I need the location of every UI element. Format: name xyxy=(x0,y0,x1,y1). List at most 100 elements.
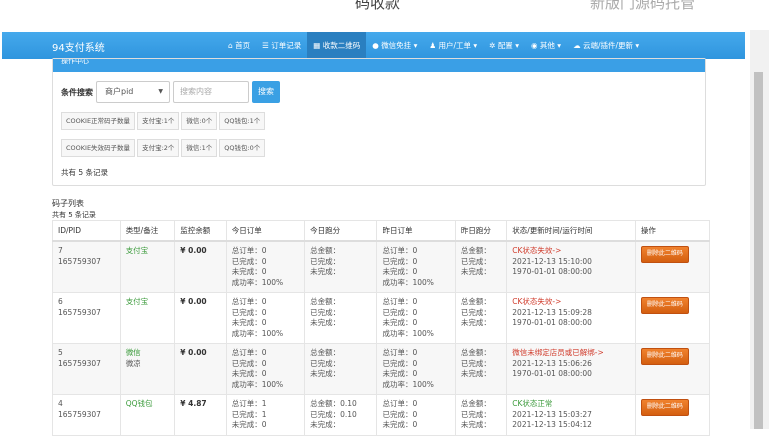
invalid-count-tag[interactable]: QQ钱包:0个 xyxy=(219,139,266,157)
nav-item-label: 微信免挂 ▾ xyxy=(381,41,418,50)
nav-item-label: 配置 ▾ xyxy=(497,41,519,50)
column-header: 今日订单 xyxy=(225,220,306,242)
wechat-icon: ● xyxy=(372,41,382,50)
list-count: 共有 5 条记录 xyxy=(52,211,96,219)
stat-line: 未完成：0 xyxy=(382,318,418,327)
stat-line: 总金额： xyxy=(310,246,341,255)
table-row: 7 165759307 支付宝 ¥ 0.00 总订单：0 已完成：0 未完成：0 成功率… xyxy=(52,240,711,293)
stat-line: 总金额： xyxy=(310,348,341,357)
delete-qrcode-button[interactable]: 删除此二维码 xyxy=(640,297,689,314)
nav-item-6[interactable]: ◉ 其他 ▾ xyxy=(525,32,567,59)
row-status: CK状态正常 xyxy=(512,399,553,408)
column-header: 昨日订单 xyxy=(376,220,456,242)
row-updated: 2021-12-13 15:03:27 xyxy=(512,409,592,419)
search-button[interactable]: 搜索 xyxy=(252,81,280,103)
invalid-count-tag[interactable]: 微信:1个 xyxy=(181,139,218,157)
row-balance: ¥ 4.87 xyxy=(180,399,207,408)
stat-line: 总金额：0.10 xyxy=(310,399,357,408)
table-row: 5 165759307 微信 微凉 ¥ 0.00 总订单：0 已完成：0 未完成：0 成功… xyxy=(52,343,711,395)
stat-line: 已完成： xyxy=(460,307,491,317)
qrcode-icon: ▦ xyxy=(313,41,323,50)
stat-line: 已完成：0 xyxy=(382,409,418,419)
nav-item-4[interactable]: ♟ 用户/工单 ▾ xyxy=(423,32,483,59)
stat-line: 总订单：0 xyxy=(231,297,267,306)
nav-item-7[interactable]: ☁ 云端/插件/更新 ▾ xyxy=(567,32,645,59)
row-id: 6 xyxy=(58,297,63,306)
row-balance: ¥ 0.00 xyxy=(180,246,207,255)
operation-panel: 操作中心 条件搜索 商户pid ▼ 搜索内容 搜索 COOKIE正常码子数量 支付宝… xyxy=(52,58,706,186)
brand[interactable]: 94支付系统 xyxy=(52,39,105,54)
normal-count-tag[interactable]: COOKIE正常码子数量 xyxy=(61,112,136,130)
qrcode-table: ID/PID 类型/备注 监控余额 今日订单 今日跑分 昨日订单 昨日跑分 状态/更新时间/运… xyxy=(52,220,711,436)
stat-line: 总订单：0 xyxy=(382,348,418,357)
stat-line: 总订单：0 xyxy=(382,246,418,255)
nav-item-0[interactable]: ⌂ 首页 xyxy=(222,32,256,59)
stat-line: 已完成：0 xyxy=(231,358,267,368)
row-updated: 2021-12-13 15:06:26 xyxy=(512,358,592,368)
stat-line: 已完成：1 xyxy=(231,409,267,419)
delete-qrcode-button[interactable]: 删除此二维码 xyxy=(640,348,689,365)
nav-item-label: 云端/插件/更新 ▾ xyxy=(582,41,640,50)
stat-line: 成功率：100% xyxy=(382,379,434,389)
stat-line: 总金额： xyxy=(460,348,491,357)
row-runtime: 1970-01-01 08:00:00 xyxy=(512,267,592,276)
stat-line: 未完成： xyxy=(460,318,491,327)
nav-item-1[interactable]: ☰ 订单记录 xyxy=(256,32,307,59)
cloud-icon: ☁ xyxy=(573,41,583,50)
row-status[interactable]: CK状态失效-> xyxy=(512,297,630,308)
row-type: QQ钱包 xyxy=(125,399,153,408)
list-icon: ☰ xyxy=(262,41,272,50)
stat-line: 未完成： xyxy=(310,267,341,276)
stat-line: 成功率：100% xyxy=(231,277,284,287)
invalid-count-tag[interactable]: COOKIE失效码子数量 xyxy=(61,139,136,157)
stat-line: 总订单：0 xyxy=(231,246,267,255)
page-heading: 码收款 xyxy=(355,0,401,12)
row-note: 微凉 xyxy=(125,358,141,368)
row-pid: 165759307 xyxy=(58,409,101,419)
search-field-select[interactable]: 商户pid ▼ xyxy=(96,81,170,103)
table-row: 6 165759307 支付宝 ¥ 0.00 总订单：0 已完成：0 未完成：0 成功率… xyxy=(52,292,711,344)
gear-icon: ✲ xyxy=(489,41,498,50)
delete-qrcode-button[interactable]: 删除此二维码 xyxy=(640,246,689,263)
column-header: 状态/更新时间/运行时间 xyxy=(506,220,636,242)
stat-line: 已完成： xyxy=(310,307,341,317)
column-header: 今日跑分 xyxy=(304,220,378,242)
invalid-count-tag[interactable]: 支付宝:2个 xyxy=(137,139,180,157)
stat-line: 已完成： xyxy=(460,256,491,266)
stat-line: 已完成：0 xyxy=(231,256,267,266)
normal-count-tag[interactable]: 微信:0个 xyxy=(181,112,218,130)
nav-item-label: 其他 ▾ xyxy=(539,41,562,50)
nav-item-2[interactable]: ▦ 收款二维码 xyxy=(307,32,367,59)
search-input[interactable]: 搜索内容 xyxy=(173,81,249,103)
row-balance: ¥ 0.00 xyxy=(180,297,207,306)
navbar: 94支付系统 ⌂ 首页 ☰ 订单记录 ▦ 收款二维码 ● 微信免挂 ▾ ♟ 用户/工单 … xyxy=(2,32,745,59)
stat-line: 已完成：0 xyxy=(382,256,418,266)
row-runtime: 1970-01-01 08:00:00 xyxy=(512,318,592,327)
invalid-count-group: COOKIE失效码子数量 支付宝:2个 微信:1个 QQ钱包:0个 xyxy=(61,139,266,157)
row-status[interactable]: 微信未绑定店员或已解绑-> xyxy=(512,348,630,359)
row-pid: 165759307 xyxy=(58,256,101,266)
nav-item-label: 用户/工单 ▾ xyxy=(438,41,478,50)
stat-line: 未完成： xyxy=(310,369,341,378)
stat-line: 总金额： xyxy=(310,297,341,306)
stat-line: 成功率：100% xyxy=(382,277,434,287)
delete-qrcode-button[interactable]: 删除此二维码 xyxy=(640,399,689,416)
row-status[interactable]: CK状态失效-> xyxy=(512,246,630,257)
stat-line: 总订单：0 xyxy=(382,297,418,306)
nav-item-3[interactable]: ● 微信免挂 ▾ xyxy=(366,32,423,59)
stat-line: 总金额： xyxy=(460,399,491,408)
scrollbar-thumb[interactable] xyxy=(754,72,763,429)
row-id: 5 xyxy=(58,348,63,357)
stat-line: 已完成：0 xyxy=(382,358,418,368)
stat-line: 成功率：100% xyxy=(231,328,284,338)
stat-line: 未完成：0 xyxy=(382,267,418,276)
globe-icon: ◉ xyxy=(530,41,540,50)
list-title: 码子列表 xyxy=(52,199,84,208)
stat-line: 已完成： xyxy=(460,358,491,368)
stat-line: 总订单：0 xyxy=(231,348,267,357)
normal-count-tag[interactable]: 支付宝:1个 xyxy=(137,112,180,130)
chevron-down-icon: ▼ xyxy=(158,88,163,95)
column-header: 操作 xyxy=(634,220,711,242)
nav-item-5[interactable]: ✲ 配置 ▾ xyxy=(483,32,525,59)
normal-count-tag[interactable]: QQ钱包:1个 xyxy=(219,112,266,130)
